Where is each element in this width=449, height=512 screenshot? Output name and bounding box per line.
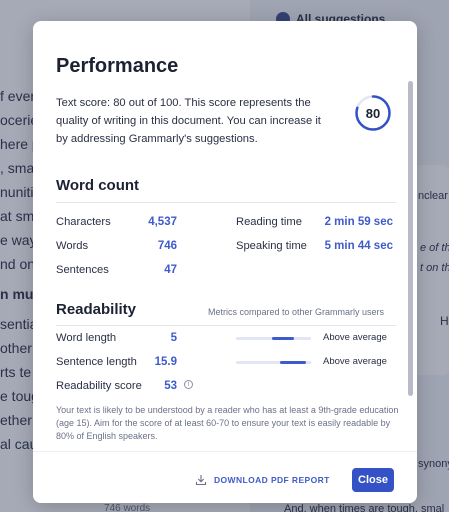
performance-title: Performance — [56, 55, 179, 77]
word-length-bar-fill — [272, 337, 294, 340]
download-label: DOWNLOAD PDF REPORT — [214, 475, 330, 485]
reading-time-value: 2 min 59 sec — [324, 216, 393, 228]
readability-score-label: Readability score — [56, 380, 142, 392]
speaking-time-label: Speaking time — [236, 240, 307, 252]
modal-scrollbar[interactable] — [408, 81, 413, 396]
download-pdf-button[interactable]: DOWNLOAD PDF REPORT — [195, 474, 330, 486]
sentence-length-bar — [236, 361, 311, 364]
divider — [56, 202, 396, 203]
readability-description: Your text is likely to be understood by … — [56, 405, 399, 441]
reading-time-label: Reading time — [236, 216, 302, 228]
readability-title: Readability — [56, 301, 137, 318]
word-length-rating: Above average — [323, 332, 387, 343]
word-count-title: Word count — [56, 177, 140, 194]
words-value: 746 — [157, 240, 177, 252]
characters-value: 4,537 — [148, 216, 177, 228]
close-button[interactable]: Close — [352, 468, 394, 492]
readability-score-value: 53 — [164, 380, 177, 392]
word-length-value: 5 — [170, 332, 177, 344]
readability-note: Metrics compared to other Grammarly user… — [208, 307, 385, 317]
download-icon — [195, 475, 207, 486]
sentence-length-rating: Above average — [323, 356, 387, 367]
info-icon[interactable]: i — [184, 380, 193, 389]
characters-label: Characters — [56, 216, 111, 228]
sentence-length-value: 15.9 — [154, 356, 177, 368]
words-label: Words — [56, 240, 89, 252]
modal-scroll-area[interactable]: Performance Text score: 80 out of 100. T… — [33, 21, 417, 451]
modal-footer: DOWNLOAD PDF REPORT Close — [33, 451, 417, 503]
sentence-length-label: Sentence length — [56, 356, 137, 368]
text-score: 80 — [365, 105, 381, 121]
word-length-bar — [236, 337, 311, 340]
divider — [56, 325, 396, 326]
performance-description: Text score: 80 out of 100. This score re… — [56, 97, 321, 145]
sentences-label: Sentences — [56, 264, 109, 276]
speaking-time-value: 5 min 44 sec — [324, 240, 393, 252]
sentences-value: 47 — [164, 264, 177, 276]
sentence-length-bar-fill — [280, 361, 306, 364]
performance-modal: Performance Text score: 80 out of 100. T… — [33, 21, 417, 503]
word-length-label: Word length — [56, 332, 117, 344]
